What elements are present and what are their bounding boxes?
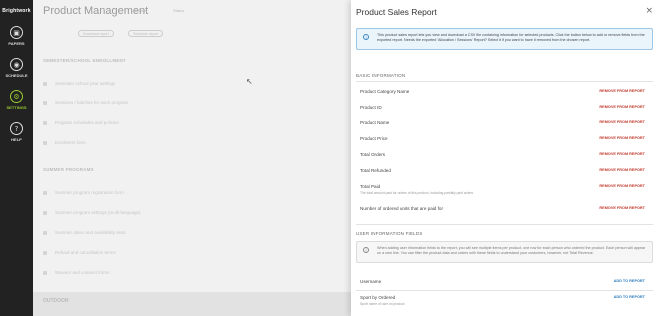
field-row: Product Category Name REMOVE FROM REPORT <box>360 89 645 98</box>
footer-label: OUTDOOR <box>43 298 69 304</box>
field-row: Total Paid REMOVE FROM REPORT The total … <box>360 184 645 195</box>
field-label: Total Orders <box>360 152 386 157</box>
nav-item-label: PAPERS <box>8 41 25 46</box>
calendar-icon: ◉ <box>10 58 23 71</box>
field-description: The total amount paid for orders of this… <box>360 191 474 195</box>
field-description: Sport name of user on product <box>360 302 405 306</box>
section-heading-user: USER INFORMATION FIELDS <box>356 231 423 236</box>
nav-item-label: SETTINGS <box>6 105 27 110</box>
settings-icon: ⚙ <box>10 90 23 103</box>
info-icon: i <box>363 247 369 253</box>
mouse-cursor-icon: ↖ <box>246 77 253 86</box>
divider <box>356 224 653 225</box>
remove-from-report-button[interactable]: REMOVE FROM REPORT <box>599 136 645 140</box>
list-item[interactable]: Refund and cancellation terms <box>43 250 116 255</box>
nav-item-schedule[interactable]: ◉ SCHEDULE <box>0 58 33 78</box>
list-item[interactable]: Sessions / batches for each program <box>42 100 128 105</box>
help-icon: ? <box>10 122 23 135</box>
remove-from-report-button[interactable]: REMOVE FROM REPORT <box>599 105 645 109</box>
drawer-title: Product Sales Report <box>356 7 437 17</box>
section-heading: SEMESTER/SCHOOL ENROLLMENT <box>43 58 126 63</box>
remove-from-report-button[interactable]: REMOVE FROM REPORT <box>599 89 645 93</box>
nav-item-help[interactable]: ? HELP <box>0 122 33 142</box>
left-nav: Brightwork ▣ PAPERS ◉ SCHEDULE ⚙ SETTING… <box>0 0 33 316</box>
remove-from-report-button[interactable]: REMOVE FROM REPORT <box>599 184 645 188</box>
divider <box>356 81 653 82</box>
clipboard-icon: ▣ <box>10 26 23 39</box>
field-label: Sport by Ordered <box>360 295 396 300</box>
background-page: Product Management Details Status Downlo… <box>33 0 351 316</box>
brand-logo: Brightwork <box>2 8 31 14</box>
remove-from-report-button[interactable]: REMOVE FROM REPORT <box>599 206 645 210</box>
remove-from-report-button[interactable]: REMOVE FROM REPORT <box>599 120 645 124</box>
list-item[interactable]: Enrolment form <box>43 140 86 145</box>
page-title: Product Management <box>43 5 149 17</box>
field-label: Product Category Name <box>360 89 410 94</box>
user-fields-notice: i When adding user information fields to… <box>356 241 653 263</box>
field-label: Product Price <box>360 136 388 141</box>
nav-item-label: HELP <box>11 137 22 142</box>
section-heading-basic: BASIC INFORMATION <box>356 73 406 78</box>
list-item[interactable]: Semester school year settings <box>42 81 115 86</box>
field-row: Total Refunded REMOVE FROM REPORT <box>360 168 645 177</box>
list-item[interactable]: Summer dates and availability slots <box>43 230 126 235</box>
notice-text: When adding user information fields to t… <box>377 246 646 255</box>
section-heading: SUMMER PROGRAMS <box>43 167 94 172</box>
nav-item-settings[interactable]: ⚙ SETTINGS <box>0 90 33 110</box>
divider <box>356 290 653 291</box>
list-item[interactable]: Summer program registration form <box>43 190 124 195</box>
field-row: Total Orders REMOVE FROM REPORT <box>360 152 645 161</box>
field-label: Number of ordered units that are paid fo… <box>360 206 443 211</box>
field-row: Sport by Ordered ADD TO REPORT Sport nam… <box>360 295 645 306</box>
field-label: Product ID <box>360 105 382 110</box>
remove-from-report-button[interactable]: REMOVE FROM REPORT <box>599 168 645 172</box>
add-to-report-button[interactable]: ADD TO REPORT <box>614 295 645 299</box>
remove-from-report-button[interactable]: REMOVE FROM REPORT <box>599 152 645 156</box>
info-banner: i This product sales report lets you vie… <box>356 28 653 50</box>
product-sales-report-drawer: Product Sales Report × i This product sa… <box>351 0 659 316</box>
tab-status[interactable]: Status <box>173 8 184 13</box>
field-row: Product ID REMOVE FROM REPORT <box>360 105 645 114</box>
field-label: Total Refunded <box>360 168 391 173</box>
footer-section: OUTDOOR <box>33 292 351 316</box>
close-icon[interactable]: × <box>645 6 653 16</box>
info-icon: i <box>363 34 369 40</box>
download-report-button[interactable]: Download report <box>78 30 114 37</box>
field-row: Product Name REMOVE FROM REPORT <box>360 120 645 129</box>
nav-item-label: SCHEDULE <box>5 73 28 78</box>
nav-item-papers[interactable]: ▣ PAPERS <box>0 26 33 46</box>
field-label: Product Name <box>360 120 390 125</box>
field-row: Username ADD TO REPORT <box>360 279 645 288</box>
list-item[interactable]: Summer program settings (multi-language) <box>43 210 141 215</box>
field-label: Username <box>360 279 382 284</box>
schedule-report-button[interactable]: Schedule report <box>128 30 163 37</box>
field-row: Number of ordered units that are paid fo… <box>360 206 645 215</box>
add-to-report-button[interactable]: ADD TO REPORT <box>614 279 645 283</box>
list-item[interactable]: Program schedules and policies <box>43 120 119 125</box>
field-row: Product Price REMOVE FROM REPORT <box>360 136 645 145</box>
tab-details[interactable]: Details <box>135 8 147 13</box>
list-item[interactable]: Waivers and consent forms <box>42 270 109 275</box>
info-text: This product sales report lets you view … <box>377 33 645 42</box>
field-label: Total Paid <box>360 184 381 189</box>
